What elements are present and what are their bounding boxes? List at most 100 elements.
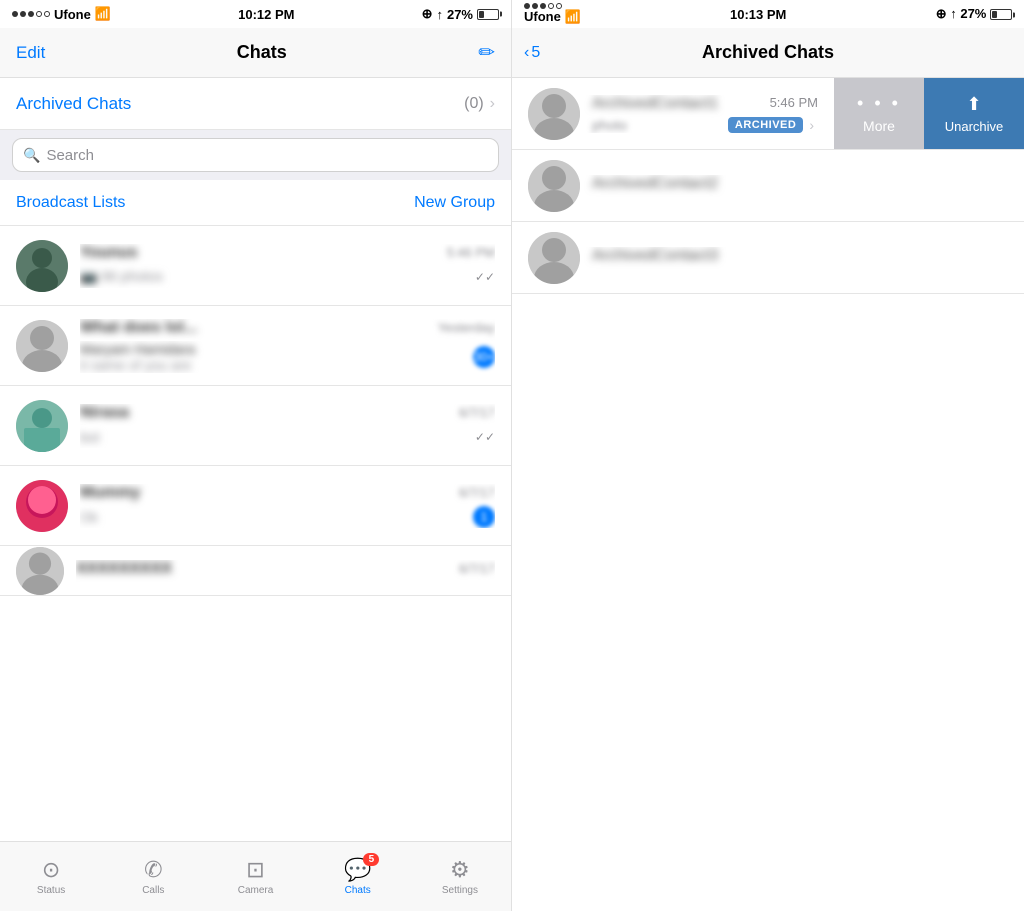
chats-tab-badge: 5 [363, 853, 379, 866]
avatar-image-1 [16, 320, 68, 372]
right-battery-pct: 27% [960, 6, 986, 21]
chat-badge-0: ✓✓ [475, 266, 495, 288]
right-carrier: Ufone [524, 9, 561, 24]
chat-time-1: Yesterday [438, 320, 495, 335]
avatar-image-2 [16, 400, 68, 452]
archived-top-0: ArchivedContact1 5:46 PM [592, 95, 818, 113]
right-time: 10:13 PM [730, 7, 786, 22]
new-group-button[interactable]: New Group [414, 194, 495, 212]
calls-tab-label: Calls [142, 885, 164, 896]
dot3 [28, 11, 34, 17]
left-panel: Ufone 📶 10:12 PM ⊕ ↑ 27% Edit Chats ✏ Ar… [0, 0, 512, 911]
chat-preview-2: bot [80, 429, 475, 445]
dot5 [44, 11, 50, 17]
archived-chat-item-2[interactable]: ArchivedContact3 [512, 222, 1024, 294]
unarchive-label: Unarchive [945, 119, 1004, 134]
settings-tab-label: Settings [442, 885, 478, 896]
tab-camera[interactable]: ⊡ Camera [204, 857, 306, 896]
archived-chats-label: Archived Chats [16, 94, 464, 114]
edit-button[interactable]: Edit [16, 43, 45, 63]
status-tab-icon: ⊙ [42, 857, 60, 883]
tab-bar: ⊙ Status ✆ Calls ⊡ Camera 💬 5 Chats ⚙ Se… [0, 841, 511, 911]
chat-item-2[interactable]: Nirasa 6/7/17 bot ✓✓ [0, 386, 511, 466]
chat-item-4[interactable]: XXXXXXXXX 6/7/17 [0, 546, 511, 596]
broadcast-row: Broadcast Lists New Group [0, 180, 511, 226]
tab-status[interactable]: ⊙ Status [0, 857, 102, 896]
chat-bottom-3: Ok 1 [80, 506, 495, 528]
chat-content-4: XXXXXXXXX 6/7/17 [76, 560, 495, 582]
chat-time-4: 6/7/17 [459, 561, 495, 576]
search-input-wrapper[interactable]: 🔍 Search [12, 138, 499, 172]
camera-tab-label: Camera [238, 885, 274, 896]
avatar-image-4 [16, 547, 64, 595]
chat-content-2: Nirasa 6/7/17 bot ✓✓ [80, 404, 495, 448]
chat-item-0[interactable]: Younus 5:46 PM 📷 86 photos ✓✓ [0, 226, 511, 306]
chat-name-0: Younus [80, 244, 137, 262]
archived-chats-row[interactable]: Archived Chats (0) › [0, 78, 511, 130]
nav-icons: ✏ [478, 40, 495, 65]
unarchive-button[interactable]: ⬆ Unarchive [924, 78, 1024, 149]
chat-subname-1: Maryam Hamidara [80, 341, 473, 357]
chat-top-4: XXXXXXXXX 6/7/17 [76, 560, 495, 578]
broadcast-lists-button[interactable]: Broadcast Lists [16, 194, 125, 212]
right-arrow-icon: ↑ [950, 6, 957, 21]
back-button[interactable]: ‹ 5 [524, 44, 540, 62]
more-button[interactable]: • • • More [834, 78, 924, 149]
chat-time-2: 6/7/17 [459, 405, 495, 420]
archived-chat-item-0[interactable]: ArchivedContact1 5:46 PM photo ARCHIVED … [512, 78, 1024, 150]
archived-chat-item-1[interactable]: ArchivedContact2 [512, 150, 1024, 222]
avatar-image-3 [16, 480, 68, 532]
chat-bottom-0: 📷 86 photos ✓✓ [80, 266, 495, 288]
chat-content-1: What does lol... Yesterday Maryam Hamida… [80, 319, 495, 373]
back-chevron-icon: ‹ [524, 44, 529, 62]
left-carrier-info: Ufone 📶 [12, 6, 111, 22]
chats-tab-label: Chats [345, 885, 371, 896]
more-label: More [863, 118, 895, 134]
archived-avatar-image-2 [528, 232, 580, 284]
chat-top-0: Younus 5:46 PM [80, 244, 495, 262]
archived-chevron-icon: › [490, 95, 495, 113]
chat-bottom-1: Maryam Hamidara it same of you are 30+ [80, 341, 495, 373]
gps-icon: ⊕ [422, 6, 433, 22]
tab-calls[interactable]: ✆ Calls [102, 857, 204, 896]
chat-item-1[interactable]: What does lol... Yesterday Maryam Hamida… [0, 306, 511, 386]
archived-top-1: ArchivedContact2 [592, 175, 1008, 193]
left-battery-icon [477, 9, 499, 20]
archived-avatar-image-0 [528, 88, 580, 140]
archived-content-2: ArchivedContact3 [580, 247, 1008, 269]
archived-count: (0) [464, 95, 484, 113]
right-battery-area: ⊕ ↑ 27% [936, 6, 1012, 22]
chat-content-3: Mummy 6/7/17 Ok 1 [80, 484, 495, 528]
compose-icon[interactable]: ✏ [478, 40, 495, 65]
chat-name-1: What does lol... [80, 319, 197, 337]
dot4 [36, 11, 42, 17]
archived-chevron-icon-0: › [809, 117, 814, 133]
search-bar-container: 🔍 Search [0, 130, 511, 180]
chat-item-3[interactable]: Mummy 6/7/17 Ok 1 [0, 466, 511, 546]
tab-settings[interactable]: ⚙ Settings [409, 857, 511, 896]
right-panel: Ufone 📶 10:13 PM ⊕ ↑ 27% ‹ 5 Archived Ch… [512, 0, 1024, 911]
archived-avatar-1 [528, 160, 580, 212]
avatar-2 [16, 400, 68, 452]
chat-preview-0: 📷 86 photos [80, 268, 475, 285]
more-dots-icon: • • • [857, 93, 901, 114]
left-nav-bar: Edit Chats ✏ [0, 28, 511, 78]
left-battery-area: ⊕ ↑ 27% [422, 6, 499, 22]
archived-content-1: ArchivedContact2 [580, 175, 1008, 197]
chat-badge-2: ✓✓ [475, 426, 495, 448]
tab-chats[interactable]: 💬 5 Chats [307, 857, 409, 896]
chat-time-3: 6/7/17 [459, 485, 495, 500]
archived-name-1: ArchivedContact2 [592, 175, 718, 193]
avatar-3 [16, 480, 68, 532]
dot2 [20, 11, 26, 17]
archived-chats-title: Archived Chats [702, 42, 834, 63]
right-empty-space [512, 495, 1024, 911]
avatar-0 [16, 240, 68, 292]
left-carrier: Ufone [54, 7, 91, 22]
chat-badge-1: 30+ [473, 346, 495, 368]
search-placeholder-text: Search [46, 147, 94, 164]
archived-badge-0: ARCHIVED [728, 117, 803, 133]
archived-preview-row-0: photo ARCHIVED › [592, 117, 818, 133]
right-gps-icon: ⊕ [936, 6, 947, 21]
chat-top-2: Nirasa 6/7/17 [80, 404, 495, 422]
